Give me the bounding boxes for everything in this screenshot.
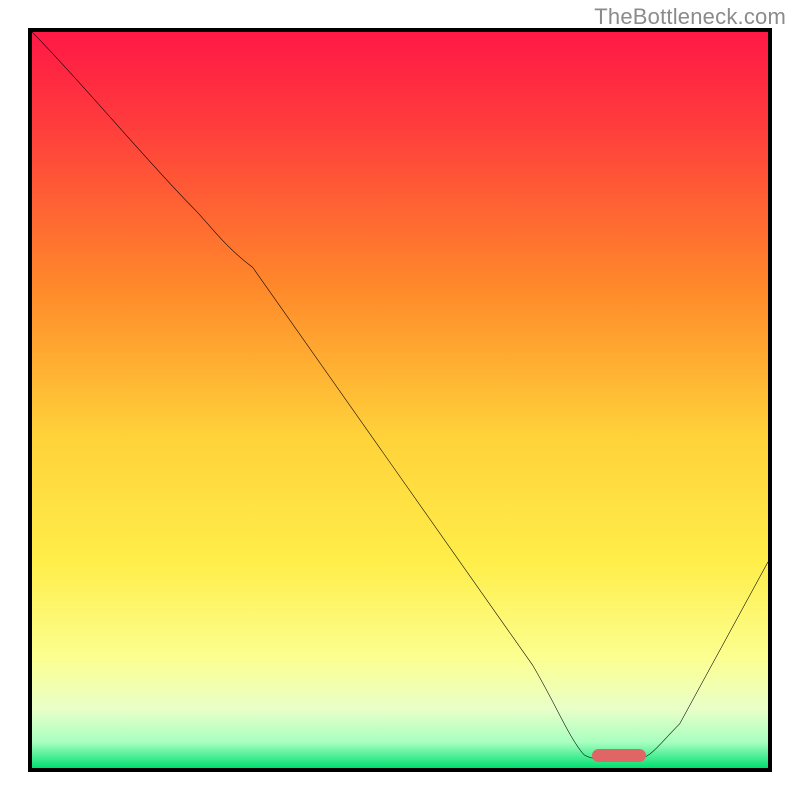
watermark-text: TheBottleneck.com [594, 4, 786, 30]
heat-gradient-bg [32, 32, 768, 768]
optimal-marker [592, 749, 646, 762]
plot-area [28, 28, 772, 772]
